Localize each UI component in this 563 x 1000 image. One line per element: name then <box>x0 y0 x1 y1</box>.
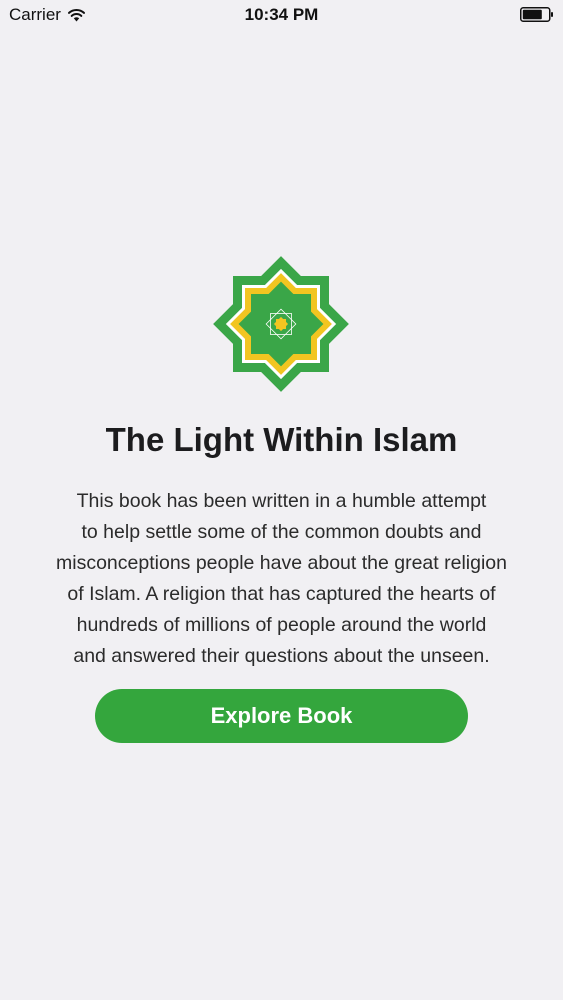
eight-point-star-icon <box>213 256 349 392</box>
battery-icon <box>520 7 553 22</box>
description-line: and answered their questions about the u… <box>73 645 490 667</box>
description-line: of Islam. A religion that has captured t… <box>67 583 496 605</box>
description-line: to help settle some of the common doubts… <box>81 521 482 543</box>
book-title: The Light Within Islam <box>105 421 458 458</box>
description-line: hundreds of millions of people around th… <box>76 614 487 636</box>
status-bar: Carrier 10:34 PM <box>0 0 563 32</box>
book-description: This book has been written in a humble a… <box>0 486 563 672</box>
description-line: This book has been written in a humble a… <box>76 490 487 512</box>
explore-book-button[interactable]: Explore Book <box>95 689 468 743</box>
description-line: misconceptions people have about the gre… <box>56 552 507 574</box>
status-time: 10:34 PM <box>244 5 319 24</box>
